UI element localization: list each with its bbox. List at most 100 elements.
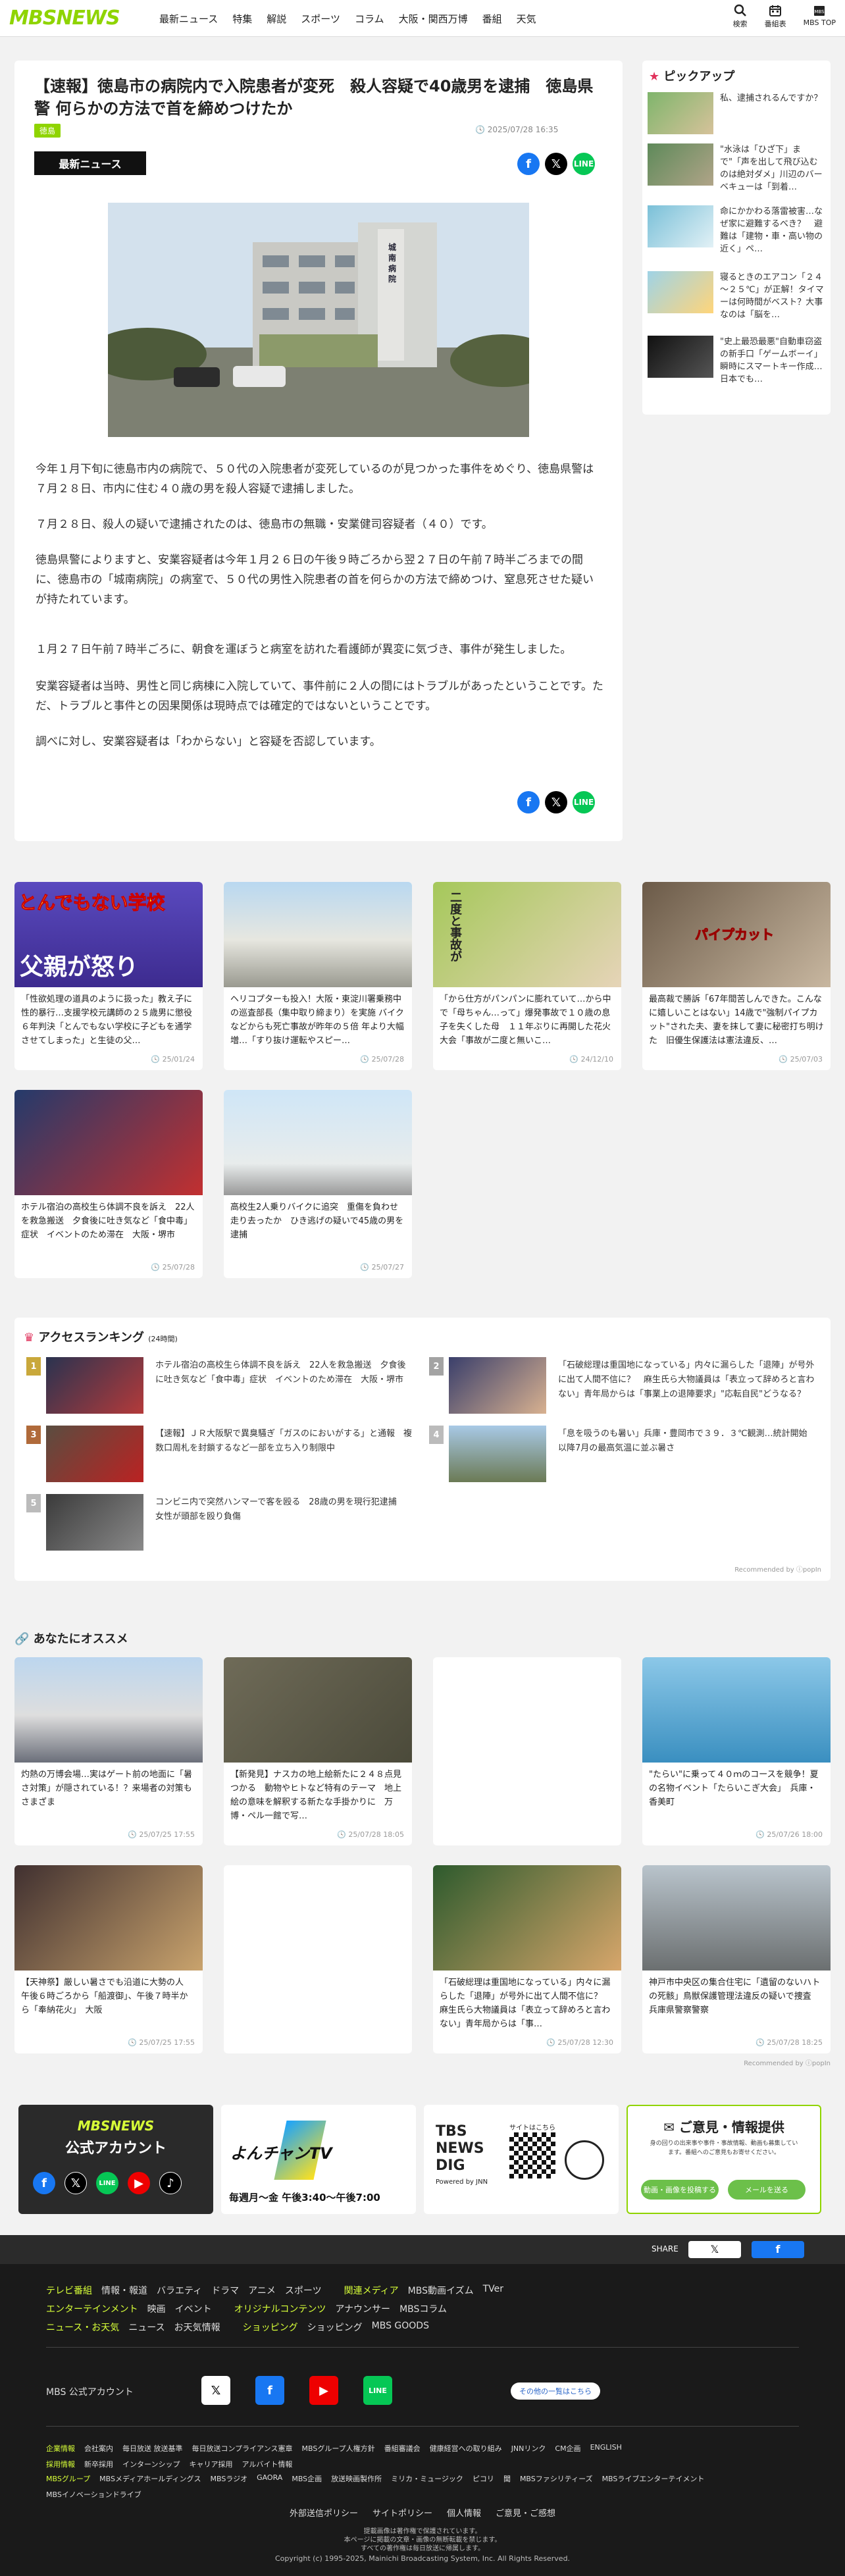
recommend-card[interactable]: 【天神祭】厳しい暑さでも沿道に大勢の人 午後６時ごろから「船渡御」、午後７時半か…: [14, 1865, 203, 2053]
nav-feature[interactable]: 特集: [232, 12, 252, 26]
line-share-icon[interactable]: LINE: [573, 153, 595, 175]
recommend-card[interactable]: 「石破総理は重国地になっている」内々に漏らした「退陣」が号外に出て人間不信に？ …: [433, 1865, 621, 2053]
corp-link[interactable]: CM企画: [555, 2443, 580, 2454]
footer-link[interactable]: MBS動画イズム: [408, 2284, 474, 2297]
corp-link[interactable]: 会社案内: [84, 2443, 113, 2454]
related-article-card[interactable]: パイプカット 最高裁で勝訴「67年間苦しんできた。こんなに嬉しいことはない」14…: [642, 882, 831, 1070]
official-account-banner[interactable]: MBSNEWS 公式アカウント f 𝕏 LINE ▶ ♪: [18, 2105, 213, 2214]
ranking-item[interactable]: 2 「石破総理は重国地になっている」内々に漏らした「退陣」が号外に出て人間不信に？…: [429, 1357, 817, 1423]
mbs-top-button[interactable]: MBS MBS TOP: [804, 4, 836, 29]
group-link[interactable]: MBSファシリティーズ: [520, 2473, 593, 2484]
latest-news-label[interactable]: 最新ニュース: [34, 151, 146, 175]
nav-latest[interactable]: 最新ニュース: [159, 12, 218, 26]
footer-bottom-link[interactable]: サイトポリシー: [372, 2506, 432, 2519]
youtube-icon[interactable]: ▶: [309, 2376, 338, 2405]
nav-column[interactable]: コラム: [355, 12, 384, 26]
line-share-icon[interactable]: LINE: [573, 791, 595, 813]
opinion-banner[interactable]: ✉ ご意見・情報提供 身の回りの出来事や事件・事故情報、動画も募集しています。番…: [627, 2105, 821, 2214]
related-article-card[interactable]: ヘリコプターも投入！大阪・東淀川署乗務中の巡査部長（集中取り締まり）を実施 バイ…: [224, 882, 412, 1070]
popin-credit[interactable]: Recommended by ⓘpopIn: [744, 2057, 831, 2067]
x-share-icon[interactable]: 𝕏: [688, 2241, 741, 2258]
popin-credit[interactable]: Recommended by ⓘpopIn: [734, 1564, 821, 1574]
related-article-card[interactable]: とんでもない学校 父親が怒り 「性欲処理の道具のように扱った」教え子に性的暴行……: [14, 882, 203, 1070]
footer-bottom-link[interactable]: 外部送信ポリシー: [290, 2506, 358, 2519]
recommend-card[interactable]: 神戸市中央区の集合住宅に「遺留のないハトの死骸」鳥獣保護管理法違反の疑いで捜査 …: [642, 1865, 831, 2053]
footer-link[interactable]: ショッピング: [307, 2321, 363, 2334]
nav-analysis[interactable]: 解説: [267, 12, 286, 26]
footer-link[interactable]: スポーツ: [285, 2284, 322, 2297]
x-share-icon[interactable]: 𝕏: [545, 791, 567, 813]
nav-weather[interactable]: 天気: [517, 12, 536, 26]
group-link[interactable]: MBS企画: [292, 2473, 322, 2484]
group-link[interactable]: 放送映画製作所: [331, 2473, 382, 2484]
ranking-item[interactable]: 3 【速報】ＪＲ大阪駅で異臭騒ぎ「ガスのにおいがする」と通報 複数口周札を封鎖する…: [26, 1426, 415, 1491]
mbs-news-logo[interactable]: MBSNEWS: [9, 7, 120, 30]
footer-link[interactable]: MBS GOODS: [372, 2321, 429, 2334]
group-link[interactable]: ピコリ: [473, 2473, 494, 2484]
related-article-card[interactable]: ホテル宿泊の高校生ら体調不良を訴え 22人を救急搬送 夕食後に吐き気など「食中毒…: [14, 1090, 203, 1278]
corp-link[interactable]: JNNリンク: [511, 2443, 546, 2454]
x-share-icon[interactable]: 𝕏: [545, 153, 567, 175]
recommend-card[interactable]: "たらい"に乗って４０ｍのコースを競争！夏の名物イベント「たらいこぎ大会」 兵庫…: [642, 1657, 831, 1845]
footer-link[interactable]: アニメ: [248, 2284, 276, 2297]
footer-bottom-link[interactable]: 個人情報: [447, 2506, 481, 2519]
program-guide-button[interactable]: 番組表: [765, 4, 786, 29]
group-link[interactable]: MBSメディアホールディングス: [99, 2473, 201, 2484]
footer-link[interactable]: ニュース: [128, 2321, 165, 2334]
nav-programs[interactable]: 番組: [482, 12, 502, 26]
group-link[interactable]: MBSラジオ: [210, 2473, 247, 2484]
recruit-link[interactable]: キャリア採用: [189, 2459, 232, 2469]
recommend-card[interactable]: 【新発見】ナスカの地上絵新たに２４８点見つかる 動物やヒトなど特有のテーマ 地上…: [224, 1657, 412, 1845]
post-media-button[interactable]: 動画・画像を投稿する: [641, 2180, 719, 2200]
nav-expo[interactable]: 大阪・関西万博: [399, 12, 468, 26]
group-link[interactable]: 聞: [503, 2473, 511, 2484]
footer-link[interactable]: イベント: [175, 2302, 212, 2315]
recruit-link[interactable]: アルバイト情報: [242, 2459, 292, 2469]
related-article-card[interactable]: 二度と事故が 「から仕方がパンパンに膨れていて…から中で「母ちゃん…って」爆発事…: [433, 882, 621, 1070]
x-icon[interactable]: 𝕏: [201, 2376, 230, 2405]
group-link[interactable]: MBSイノベーションドライブ: [46, 2489, 141, 2500]
footer-link[interactable]: TVer: [483, 2284, 503, 2297]
search-button[interactable]: 検索: [733, 4, 748, 29]
recommend-card[interactable]: 灼熱の万博会場…実はゲート前の地面に「暑さ対策」が隠されている！？来場者の対策も…: [14, 1657, 203, 1845]
send-mail-button[interactable]: メールを送る: [728, 2180, 806, 2200]
footer-link[interactable]: お天気情報: [174, 2321, 220, 2334]
recruit-link[interactable]: インターンシップ: [122, 2459, 180, 2469]
yonchan-tv-banner[interactable]: よんチャンTV 毎週月～金 午後3:40～午後7:00: [221, 2105, 416, 2214]
corp-link[interactable]: 健康経営への取り組み: [430, 2443, 502, 2454]
ranking-item[interactable]: 4 「息を吸うのも暑い」兵庫・豊岡市で３９．３℃観測…統計開始以降7月の最高気温に…: [429, 1426, 817, 1491]
category-badge[interactable]: 徳島: [34, 124, 61, 138]
corp-link[interactable]: 番組審議会: [384, 2443, 421, 2454]
footer-link[interactable]: 情報・報道: [101, 2284, 147, 2297]
footer-link[interactable]: バラエティ: [157, 2284, 202, 2297]
group-link[interactable]: ミリカ・ミュージック: [391, 2473, 463, 2484]
tbs-news-dig-banner[interactable]: TBS NEWS DIG Powered by JNN サイトはこちら: [424, 2105, 619, 2214]
more-accounts-button[interactable]: その他の一覧はこちら: [511, 2383, 600, 2400]
facebook-share-icon[interactable]: f: [752, 2241, 804, 2258]
pickup-item[interactable]: "水泳は「ひざ下」まで"「声を出して飛び込むのは絶対ダメ」川辺のバーベキューは「…: [648, 143, 827, 200]
corp-link[interactable]: MBSグループ人権方針: [302, 2443, 375, 2454]
facebook-share-icon[interactable]: f: [517, 153, 540, 175]
facebook-icon[interactable]: f: [255, 2376, 284, 2405]
footer-link[interactable]: 映画: [147, 2302, 166, 2315]
related-article-card[interactable]: 高校生2人乗りバイクに追突 重傷を負わせ走り去ったか ひき逃げの疑いで45歳の男…: [224, 1090, 412, 1278]
pickup-item[interactable]: 寝るときのエアコン「２４～２５℃」が正解！タイマーは何時間がベスト？大事なのは「…: [648, 271, 827, 328]
nav-sports[interactable]: スポーツ: [301, 12, 340, 26]
ranking-item[interactable]: 5 コンビニ内で突然ハンマーで客を殴る 28歳の男を現行犯逮捕 女性が頭部を殴り負…: [26, 1494, 415, 1560]
pickup-item[interactable]: "史上最恐最悪"自動車窃盗の新手口「ゲームボーイ」瞬時にスマートキー作成…日本で…: [648, 336, 827, 392]
facebook-share-icon[interactable]: f: [517, 791, 540, 813]
recruit-link[interactable]: 新卒採用: [84, 2459, 113, 2469]
corp-link[interactable]: 毎日放送コンプライアンス憲章: [192, 2443, 293, 2454]
pickup-item[interactable]: 私、逮捕されるんですか？: [648, 92, 827, 149]
footer-link[interactable]: MBSコラム: [399, 2302, 447, 2315]
footer-link[interactable]: アナウンサー: [335, 2302, 390, 2315]
ranking-item[interactable]: 1 ホテル宿泊の高校生ら体調不良を訴え 22人を救急搬送 夕食後に吐き気など「食中…: [26, 1357, 415, 1423]
corp-link[interactable]: 毎日放送 放送基準: [122, 2443, 183, 2454]
corp-link[interactable]: ENGLISH: [590, 2443, 622, 2454]
line-icon[interactable]: LINE: [363, 2376, 392, 2405]
footer-bottom-link[interactable]: ご意見・ご感想: [496, 2506, 555, 2519]
group-link[interactable]: MBSライブエンターテイメント: [602, 2473, 705, 2484]
pickup-item[interactable]: 命にかかわる落雷被害…なぜ家に避難するべき？ 避難は「建物・車・高い物の近く」ペ…: [648, 205, 827, 262]
group-link[interactable]: GAORA: [257, 2473, 282, 2484]
footer-link[interactable]: ドラマ: [211, 2284, 239, 2297]
